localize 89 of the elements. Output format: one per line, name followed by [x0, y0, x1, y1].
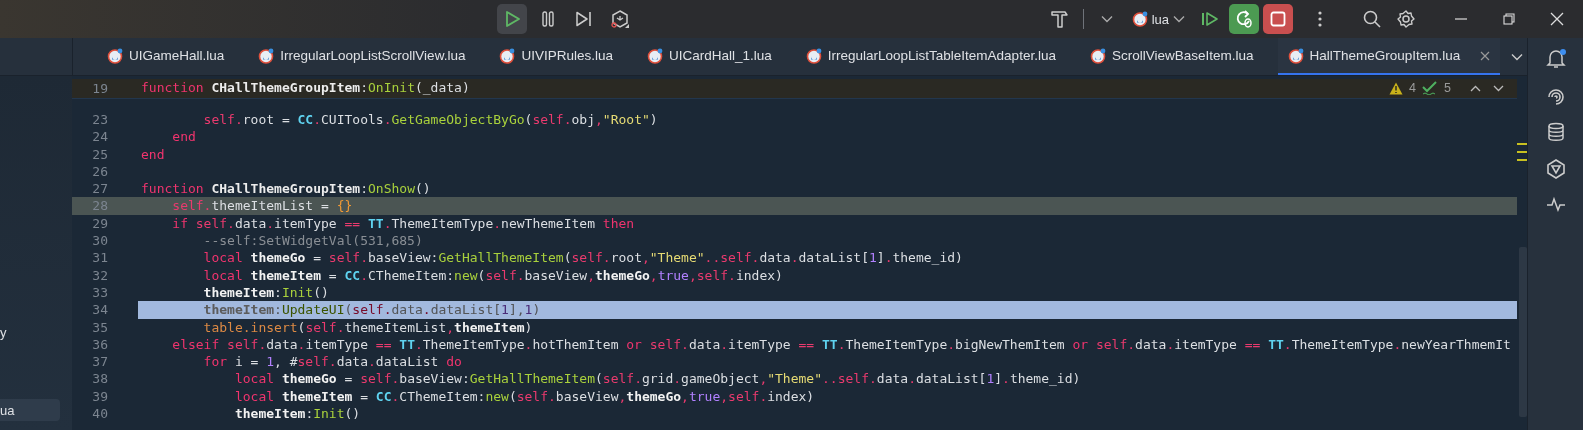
database-icon — [1546, 122, 1565, 142]
settings-icon — [1397, 10, 1415, 28]
run-configuration-dropdown[interactable]: lua — [1125, 4, 1191, 34]
caret-icon — [1100, 15, 1113, 23]
editor-tab[interactable]: IrregularLoopListTableItemAdapter.lua — [795, 38, 1066, 75]
editor-tab[interactable]: UIGameHall.lua — [97, 38, 235, 75]
code-line: function CHallThemeGroupItem:OnShow() — [140, 180, 432, 198]
warning-marker — [1517, 151, 1527, 153]
editor-tab[interactable]: UICardHall_1.lua — [636, 38, 782, 75]
line-number: 19 — [91, 79, 108, 98]
code-line: local themeItem = CC.CThemeItem:new(self.baseView,themeGo,true,self.index) — [233, 387, 816, 406]
line-number: 40 — [91, 405, 108, 423]
close-icon — [1550, 12, 1564, 26]
chevron-up-icon — [1470, 85, 1481, 92]
pulse-icon — [1545, 196, 1566, 212]
code-line: themeItem:Init() — [233, 405, 362, 423]
close-tab-icon[interactable] — [1480, 50, 1491, 61]
pause-icon — [541, 11, 555, 27]
code-line: local themeGo = self.baseView:GetHallThemeItem(self.root,"Theme"..self.data.dataList[1].theme_id) — [202, 249, 964, 267]
check-icon — [1422, 81, 1439, 96]
lua-file-icon — [258, 47, 275, 64]
line-number: 37 — [91, 353, 108, 371]
line-number: 32 — [91, 266, 108, 284]
project-tree-item[interactable]: y — [0, 321, 60, 343]
code-line: end — [140, 145, 166, 163]
lua-config-icon — [1131, 11, 1148, 27]
cube-icon — [610, 9, 630, 29]
line-number: 27 — [91, 180, 108, 198]
editor-tab[interactable]: HallThemeGroupItem.lua — [1277, 38, 1501, 75]
lua-file-icon — [646, 47, 663, 64]
restore-icon — [1503, 13, 1515, 25]
line-number: 33 — [91, 283, 108, 302]
project-tree-item[interactable]: ua — [0, 399, 60, 421]
minimize-icon — [1455, 18, 1467, 20]
caret-icon — [1173, 15, 1185, 23]
lua-file-icon — [107, 47, 123, 64]
step-icon — [575, 11, 593, 27]
line-number: 34 — [91, 301, 108, 319]
line-number: 31 — [91, 249, 108, 267]
hammer-icon — [1049, 9, 1070, 29]
bug-refresh-icon — [1234, 9, 1254, 29]
editor-tab[interactable]: IrregularLoopListScrollView.lua — [248, 38, 476, 75]
lua-file-icon — [1089, 47, 1106, 64]
stop-icon — [1270, 11, 1286, 27]
line-number: 30 — [91, 232, 108, 250]
line-number: 28 — [91, 197, 108, 215]
debug-rerun-button[interactable] — [1229, 4, 1259, 34]
code-line: self.themeItemList = {} — [171, 197, 354, 215]
code-line: end — [171, 128, 197, 146]
resume-icon — [1201, 11, 1219, 27]
line-number: 39 — [91, 387, 108, 406]
chevron-down-icon — [1493, 85, 1504, 92]
line-number: 35 — [91, 318, 108, 336]
editor-tab[interactable]: UIVIPRules.lua — [489, 38, 623, 75]
swirl-icon — [1545, 86, 1566, 106]
lua-file-icon — [1287, 47, 1304, 64]
line-number: 26 — [91, 162, 108, 181]
code-line: for i = 1, #self.data.dataList do — [202, 353, 463, 371]
play-icon — [503, 10, 521, 28]
chevron-down-icon — [1511, 52, 1524, 61]
line-number: 25 — [91, 145, 108, 163]
warning-icon — [1389, 82, 1404, 95]
stop-button[interactable] — [1263, 4, 1293, 34]
line-number: 24 — [91, 128, 108, 146]
warning-marker — [1517, 159, 1527, 161]
code-line: themeItem:Init() — [202, 283, 330, 302]
code-line: table.insert(self.themeItemList,themeItem) — [202, 318, 534, 336]
code-line: local themeItem = CC.CThemeItem:new(self.baseView,themeGo,true,self.index) — [202, 266, 784, 284]
line-number: 36 — [91, 335, 108, 354]
editor-tab[interactable]: ScrollViewBaseItem.lua — [1079, 38, 1264, 75]
run-button[interactable] — [497, 4, 527, 34]
code-line: --self:SetWidgetVal(531,685) — [202, 232, 424, 250]
code-line: function CHallThemeGroupItem:OnInit(_data) — [140, 79, 471, 97]
line-number: 29 — [91, 214, 108, 233]
lua-file-icon — [499, 47, 516, 64]
warning-marker — [1517, 143, 1527, 145]
scrollbar-thumb[interactable] — [1519, 247, 1527, 417]
line-number: 38 — [91, 370, 108, 388]
code-line: elseif self.data.itemType == TT.ThemeItemType.hotThemItem or self.data.itemType == TT.ThemeItemType.bigNewThemItem or self.data.itemType == TT.ThemeItemType.newYearThmemIt — [171, 335, 1512, 354]
check-count: 5 — [1444, 79, 1451, 97]
more-icon — [1318, 11, 1322, 27]
search-icon — [1363, 10, 1381, 28]
bell-icon — [1544, 48, 1567, 70]
code-line: self.root = CC.CUITools.GetGameObjectByGo(self.obj,"Root") — [202, 111, 659, 129]
line-number: 23 — [91, 111, 108, 129]
code-line: local themeGo = self.baseView:GetHallThemeItem(self.grid.gameObject,"Theme"..self.data.dataList[1].theme_id) — [233, 370, 1082, 388]
warning-count: 4 — [1409, 79, 1417, 97]
lua-file-icon — [805, 47, 822, 64]
code-line: if self.data.itemType == TT.ThemeItemType.newThemeItem then — [171, 214, 636, 233]
